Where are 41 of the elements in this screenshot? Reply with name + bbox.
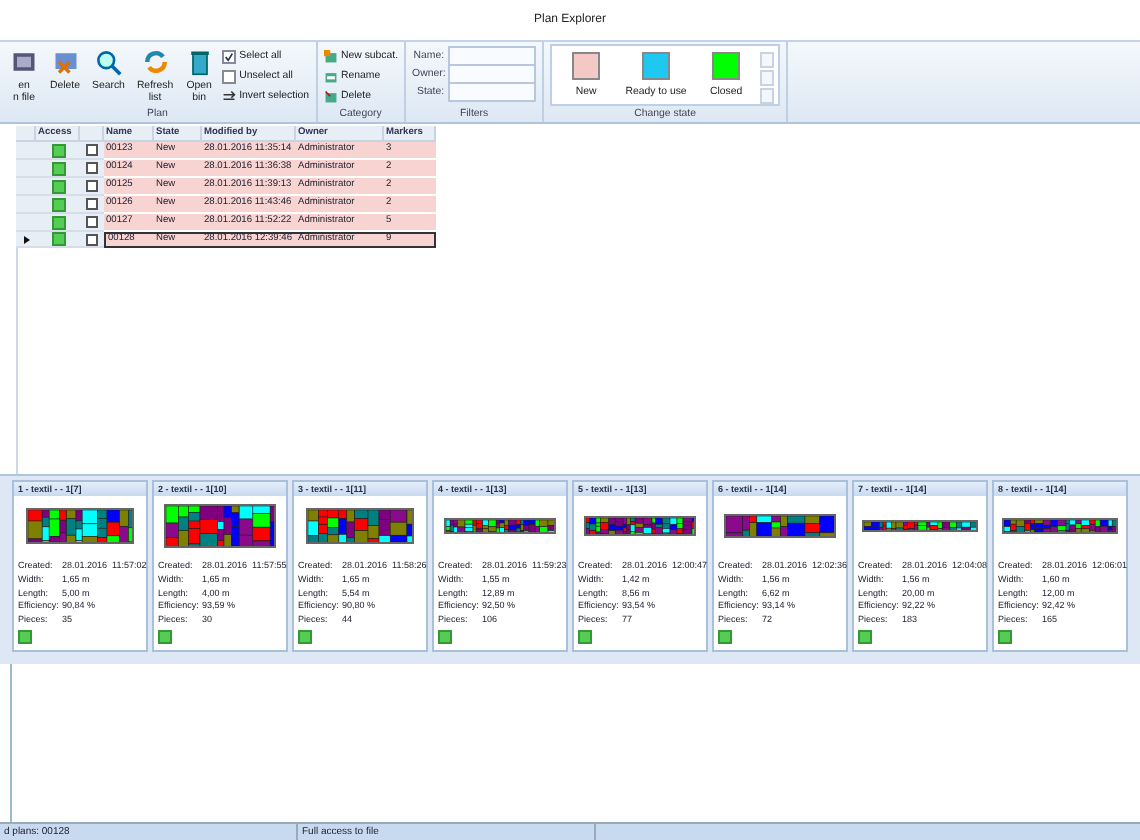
swap-arrows-icon [221, 89, 236, 103]
access-icon [158, 629, 172, 644]
row-checkbox[interactable] [86, 162, 98, 174]
row-checkbox[interactable] [86, 216, 98, 228]
row-checkbox[interactable] [86, 198, 98, 210]
access-icon [858, 629, 872, 644]
access-icon [578, 629, 592, 644]
nesting-layout-drawing [1002, 518, 1118, 534]
nesting-layout-drawing [584, 516, 696, 536]
current-row-icon [23, 235, 29, 243]
row-checkbox[interactable] [86, 180, 98, 192]
access-icon [18, 629, 32, 644]
search-icon [94, 48, 123, 76]
access-icon [298, 629, 312, 644]
checkbox-box[interactable] [221, 49, 236, 63]
folder-plus-icon [323, 49, 337, 63]
nesting-layout-drawing [724, 514, 836, 538]
folder-edit-icon [323, 69, 337, 83]
nesting-layout-drawing [26, 508, 134, 544]
nesting-layout-drawing [444, 518, 556, 534]
nesting-layout-drawing [862, 520, 978, 532]
expand-button[interactable] [760, 88, 775, 104]
bin-icon [185, 48, 214, 76]
row-header[interactable] [16, 232, 36, 248]
checkbox-box[interactable] [221, 69, 236, 83]
scroll-up-button[interactable] [760, 52, 775, 68]
folder-delete-icon [323, 89, 337, 103]
filter-field[interactable] [448, 64, 537, 84]
filter-field[interactable] [448, 82, 537, 102]
delete-icon [51, 48, 79, 76]
file-icon [10, 48, 38, 76]
nesting-layout-drawing [306, 508, 414, 544]
access-icon [718, 629, 732, 644]
access-icon [998, 629, 1012, 644]
access-icon [438, 629, 452, 644]
nesting-layout-drawing [164, 504, 276, 548]
filter-field[interactable] [448, 46, 537, 66]
row-checkbox[interactable] [86, 144, 98, 156]
refresh-icon [141, 48, 170, 76]
row-checkbox[interactable] [86, 233, 98, 245]
scroll-down-button[interactable] [760, 70, 775, 86]
